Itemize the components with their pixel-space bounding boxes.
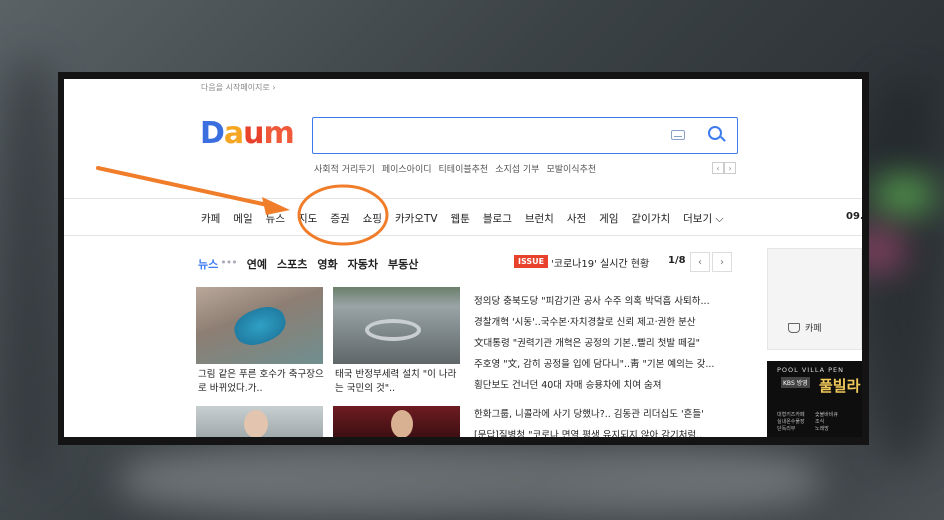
ad-feature: 조식: [815, 419, 825, 425]
background-blur-green: [874, 180, 934, 210]
tab-realestate[interactable]: 부동산: [388, 256, 418, 272]
login-box: [767, 248, 862, 350]
headline-link[interactable]: 정의당 충북도당 "피감기관 공사 수주 의혹 박덕흠 사퇴하...: [474, 291, 714, 312]
nav-item-shopping[interactable]: 쇼핑: [363, 211, 382, 226]
chevron-right-icon[interactable]: ›: [712, 252, 732, 272]
nav-item-blog[interactable]: 블로그: [483, 211, 512, 226]
advertisement-banner[interactable]: POOL VILLA PEN KBS 방영 풀빌라 대형키즈카페 실내온수풀장 …: [767, 361, 862, 437]
nav-item-together[interactable]: 같이가치: [632, 211, 671, 226]
headline-link[interactable]: 주호영 "文, 감히 공정을 입에 담다니"..靑 "기본 예의는 갖...: [474, 354, 714, 375]
logo-letter-m: m: [263, 116, 295, 151]
chevron-left-icon[interactable]: ‹: [690, 252, 710, 272]
news-thumbnail-person[interactable]: [196, 406, 323, 437]
date-display: 09.: [846, 211, 862, 222]
keyword-link[interactable]: 티테이블추천: [439, 162, 489, 175]
tab-sports[interactable]: 스포츠: [277, 256, 307, 272]
issue-badge: ISSUE: [514, 255, 549, 268]
logo-letter-d: D: [200, 116, 225, 151]
tab-car[interactable]: 자동차: [348, 256, 378, 272]
ad-feature: 숯불바비큐: [815, 412, 839, 418]
keyword-link[interactable]: 소지섭 기부: [495, 162, 539, 175]
thumbnail-caption[interactable]: 그림 같은 푸른 호수가 축구장으로 바뀌었다.가..: [198, 368, 325, 396]
issue-page-counter: 1/8: [668, 255, 686, 266]
main-navigation: 카페 메일 뉴스 지도 증권 쇼핑 카카오TV 웹툰 블로그 브런치 사전 게임…: [64, 198, 862, 236]
set-start-page-link[interactable]: 다음을 시작페이지로 ›: [201, 82, 276, 93]
nav-item-game[interactable]: 게임: [599, 211, 618, 226]
headline-link[interactable]: [문답]질병청 "코로나 면역 평생 유지되지 않아 감기처럼..: [474, 425, 704, 437]
headline-list-secondary: 한화그룹, 니콜라에 사기 당했나?.. 김동관 리더십도 '흔들' [문답]질…: [474, 404, 704, 437]
ad-feature: 실내온수풀장: [777, 419, 805, 425]
side-cafe-label: 카페: [805, 324, 822, 334]
keyword-link[interactable]: 사회적 거리두기: [314, 162, 375, 175]
chevron-left-icon[interactable]: ‹: [712, 162, 724, 174]
nav-item-brunch[interactable]: 브런치: [525, 211, 554, 226]
keyword-link[interactable]: 페이스아이디: [382, 162, 432, 175]
ad-feature: 대형키즈카페: [777, 412, 805, 418]
ad-title: POOL VILLA PEN: [777, 366, 844, 374]
chevron-right-icon[interactable]: ›: [724, 162, 736, 174]
headline-link[interactable]: 경찰개혁 '시동'..국수본·자치경찰로 신뢰 제고·권한 분산: [474, 312, 714, 333]
search-input[interactable]: [312, 117, 738, 154]
headline-link[interactable]: 文대통령 "권력기관 개혁은 공정의 기본..빨리 첫발 떼길": [474, 333, 714, 354]
news-thumbnail-protest[interactable]: [333, 287, 460, 364]
nav-item-news[interactable]: 뉴스: [266, 211, 285, 226]
tab-news[interactable]: 뉴스: [198, 256, 218, 272]
ad-headline: 풀빌라: [819, 377, 861, 395]
nav-item-map[interactable]: 지도: [298, 211, 317, 226]
lake-shape: [229, 301, 291, 351]
nav-item-cafe[interactable]: 카페: [201, 211, 220, 226]
keyword-pager: ‹ ›: [712, 162, 736, 174]
nav-item-webtoon[interactable]: 웹툰: [451, 211, 470, 226]
ring-shape: [365, 319, 421, 341]
logo-letter-a: a: [223, 116, 244, 151]
background-blur-right: [864, 80, 944, 460]
daum-logo[interactable]: Daum: [200, 116, 295, 151]
news-thumbnail-athlete[interactable]: [333, 406, 460, 437]
headline-list: 정의당 충북도당 "피감기관 공사 수주 의혹 박덕흠 사퇴하... 경찰개혁 …: [474, 291, 714, 396]
headline-link[interactable]: 횡단보도 건너던 40대 자매 승용차에 치여 숨져: [474, 375, 714, 396]
thumbnail-caption[interactable]: 태국 반정부세력 설치 "이 나라는 국민의 것"..: [335, 368, 462, 396]
tab-news-more[interactable]: •••: [220, 256, 237, 272]
nav-item-mail[interactable]: 메일: [233, 211, 252, 226]
trending-keywords: 사회적 거리두기 페이스아이디 티테이블추천 소지섭 기부 모발이식추천: [314, 162, 596, 175]
issue-headline[interactable]: '코로나19' 실시간 현황: [551, 255, 649, 270]
side-cafe-link[interactable]: 카페: [788, 321, 822, 334]
nav-item-more[interactable]: 더보기 ⌵: [683, 211, 723, 226]
news-thumbnail-lake[interactable]: [196, 287, 323, 364]
face-shape: [244, 410, 268, 437]
daum-homepage: 다음을 시작페이지로 › Daum 사회적 거리두기 페이스아이디 티테이블추천…: [64, 79, 862, 437]
ad-feature: 단독리무: [777, 426, 796, 432]
ad-feature: 노래방: [815, 426, 829, 432]
nav-item-stock[interactable]: 증권: [330, 211, 349, 226]
headline-link[interactable]: 한화그룹, 니콜라에 사기 당했나?.. 김동관 리더십도 '흔들': [474, 404, 704, 425]
nav-item-dictionary[interactable]: 사전: [567, 211, 586, 226]
tab-entertainment[interactable]: 연예: [247, 256, 267, 272]
news-tabs: 뉴스 ••• 연예 스포츠 영화 자동차 부동산: [198, 256, 418, 272]
keyword-link[interactable]: 모발이식추천: [546, 162, 596, 175]
background-blur-left: [0, 60, 60, 480]
face-shape: [391, 410, 413, 437]
tab-movie[interactable]: 영화: [317, 256, 337, 272]
background-blur-bottom: [120, 440, 820, 520]
logo-letter-u: u: [243, 116, 264, 151]
keyboard-icon[interactable]: [671, 130, 685, 140]
search-icon[interactable]: [708, 126, 722, 140]
cup-icon: [788, 322, 800, 333]
nav-item-kakaotv[interactable]: 카카오TV: [395, 211, 438, 226]
ad-badge: KBS 방영: [781, 377, 810, 388]
